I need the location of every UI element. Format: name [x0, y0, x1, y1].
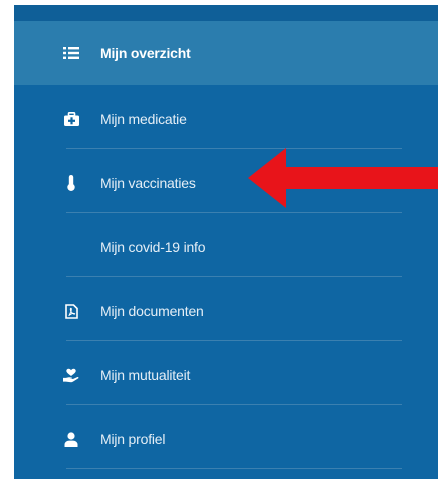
menu-item-label: Mijn covid-19 info	[100, 239, 206, 255]
hand-heart-icon	[63, 367, 79, 383]
menu-divider	[66, 340, 402, 341]
user-icon	[63, 431, 79, 447]
menu-item-covid-info[interactable]: Mijn covid-19 info	[14, 215, 438, 279]
menu-item-label: Mijn vaccinaties	[100, 175, 196, 191]
list-icon	[63, 45, 79, 61]
menu-divider	[66, 468, 402, 469]
menu-divider	[66, 212, 402, 213]
navigation-menu: Mijn overzicht Mijn medicatie Mijn vacci…	[14, 5, 438, 479]
menu-item-label: Mijn medicatie	[100, 111, 187, 127]
red-arrow-annotation	[248, 148, 438, 208]
menu-item-medicatie[interactable]: Mijn medicatie	[14, 87, 438, 151]
menu-item-mutualiteit[interactable]: Mijn mutualiteit	[14, 343, 438, 407]
menu-divider	[66, 276, 402, 277]
menu-item-label: Mijn mutualiteit	[100, 367, 191, 383]
menu-divider	[66, 404, 402, 405]
menu-item-label: Mijn overzicht	[100, 45, 191, 61]
menu-item-profiel[interactable]: Mijn profiel	[14, 407, 438, 471]
menu-item-overzicht[interactable]: Mijn overzicht	[14, 21, 438, 85]
menu-item-label: Mijn profiel	[100, 431, 166, 447]
pdf-document-icon	[63, 303, 79, 319]
thermometer-icon	[63, 175, 79, 191]
medical-kit-icon	[63, 111, 79, 127]
menu-item-label: Mijn documenten	[100, 303, 204, 319]
menu-item-documenten[interactable]: Mijn documenten	[14, 279, 438, 343]
menu-top-strip	[14, 5, 438, 21]
